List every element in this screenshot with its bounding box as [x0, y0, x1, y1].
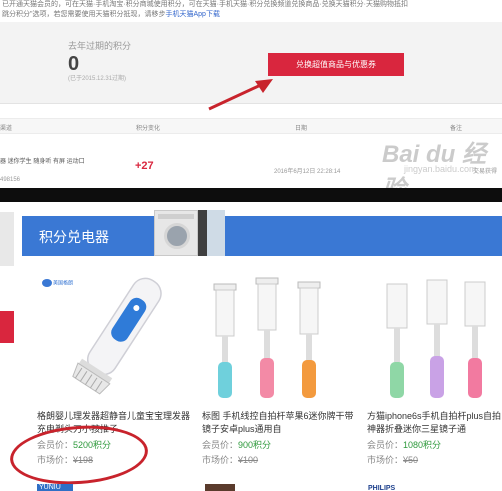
- brand-logo: 美国格朗: [42, 279, 73, 287]
- row-order-code: 498156: [0, 177, 21, 183]
- notice-line-1: 已开通天猫会员的，可在天猫·手机淘宝·积分商城使用积分，可在天猫·手机天猫·积分…: [2, 1, 408, 8]
- points-table-header: 渠道 积分变化 日期 备注: [0, 118, 502, 134]
- left-sidebar-tab[interactable]: [0, 311, 14, 343]
- notice-line-2: 跳分积分"选项，若您需要使用天猫积分抵现，请移步手机天猫App下载: [2, 11, 220, 18]
- appliance-icon: [207, 210, 225, 256]
- selfie-stick-icon: [213, 277, 321, 398]
- row-date: 2016年6月12日 22:28:14: [274, 169, 341, 175]
- row-description[interactable]: 器 迷你学生 随身听 有屏 运动口: [0, 156, 85, 165]
- column-header-remark: 备注: [450, 126, 463, 132]
- washing-machine-icon: [154, 210, 198, 256]
- product-name[interactable]: 标图 手机线控自拍杆苹果6迷你牌干带镜子安卓plus通用自: [202, 410, 362, 436]
- next-row-brand-logo: PHILIPS: [368, 485, 396, 491]
- left-sidebar-strip: [0, 212, 14, 266]
- expired-points-label: 去年过期的积分: [68, 41, 132, 51]
- selfie-stick-icon: [386, 279, 486, 398]
- exchange-goods-button[interactable]: 兑换超值商品与优惠券: [268, 53, 404, 76]
- section-divider: [0, 188, 502, 202]
- annotation-arrow-icon: [208, 79, 273, 111]
- banner-title: 积分兑电器: [39, 229, 109, 245]
- product-image[interactable]: [367, 262, 502, 410]
- market-price: 市场价：¥100: [202, 455, 259, 465]
- row-points-change: +27: [135, 160, 154, 172]
- app-download-link[interactable]: 手机天猫App下载: [165, 11, 219, 18]
- baidu-watermark: Bai du 经验 jingyan.baidu.com: [382, 134, 502, 203]
- category-banner[interactable]: 积分兑电器: [22, 210, 502, 256]
- product-name[interactable]: 方猫iphone6s手机自拍杆plus自拍神器折叠迷你三星镜子通: [367, 410, 502, 436]
- expired-points-note: (已于2015.12.31过期): [68, 76, 127, 82]
- column-header-date: 日期: [295, 126, 308, 132]
- column-header-channel: 渠道: [0, 126, 13, 132]
- next-row-brand-logo: YUNIU: [37, 484, 73, 491]
- next-row-product-image: [205, 484, 235, 491]
- product-image[interactable]: 美国格朗: [37, 262, 197, 410]
- member-price: 会员价：1080积分: [367, 440, 442, 450]
- product-image[interactable]: [202, 262, 362, 410]
- member-price: 会员价：900积分: [202, 440, 272, 450]
- annotation-circle-icon: [8, 421, 150, 489]
- appliance-icon: [198, 210, 207, 256]
- watermark-url: jingyan.baidu.com: [404, 164, 477, 174]
- points-notice: 已开通天猫会员的，可在天猫·手机淘宝·积分商城使用积分，可在天猫·手机天猫·积分…: [0, 0, 502, 22]
- market-price: 市场价：¥50: [367, 455, 419, 465]
- column-header-change: 积分变化: [136, 126, 161, 132]
